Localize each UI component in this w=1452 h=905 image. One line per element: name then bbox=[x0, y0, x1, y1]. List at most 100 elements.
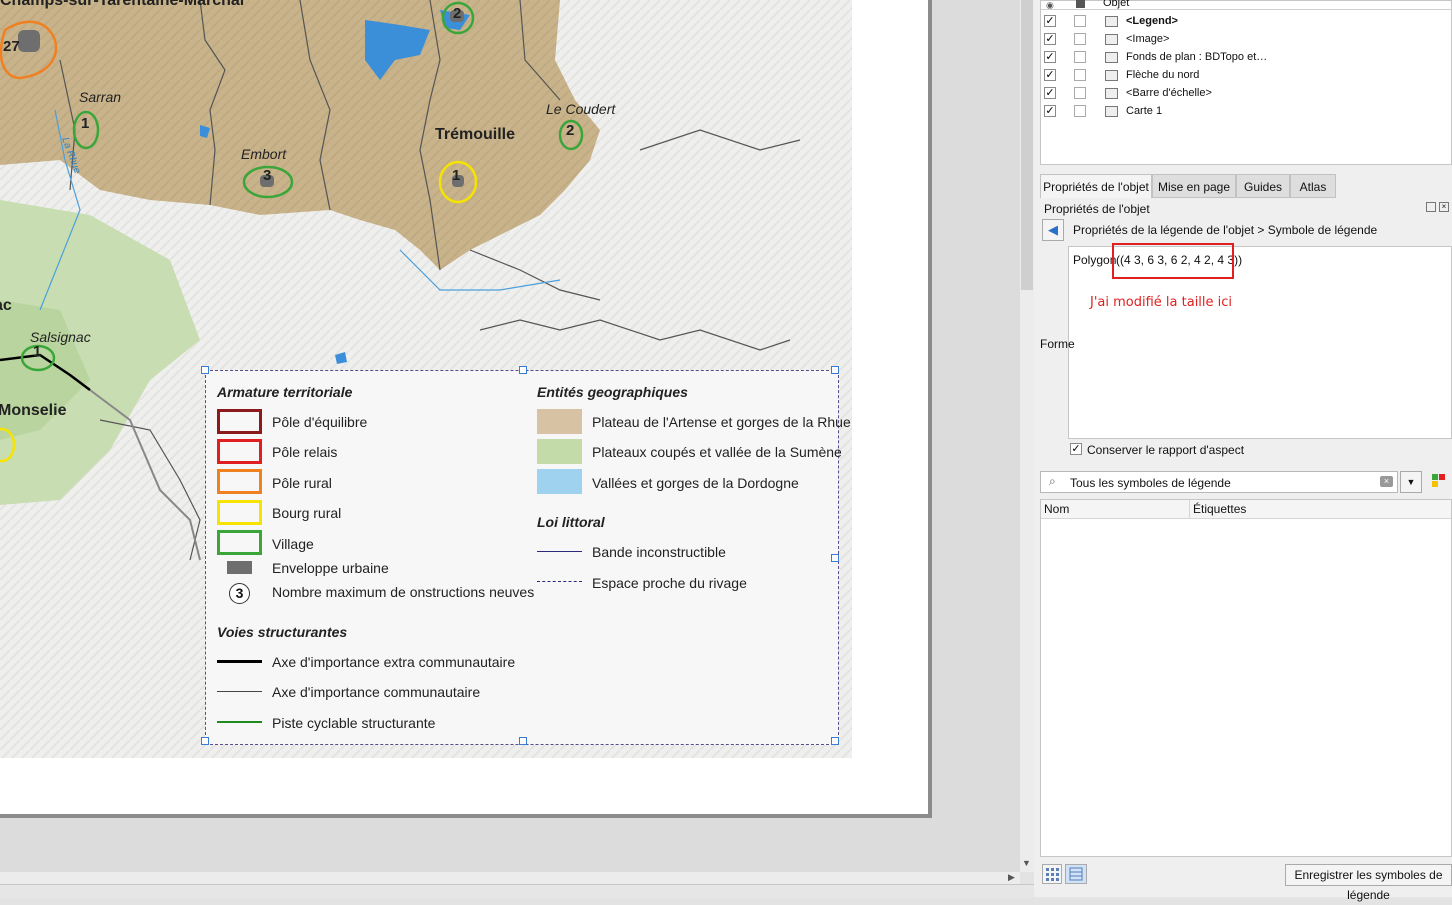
items-row-legend[interactable]: ✓ <Legend> bbox=[1040, 13, 1452, 31]
eye-icon: ◉ bbox=[1046, 0, 1054, 10]
float-panel-icon[interactable] bbox=[1426, 202, 1436, 212]
map-label-tremouille: Trémouille bbox=[435, 126, 516, 143]
legend-swatch-pole-relais bbox=[217, 439, 262, 464]
lock-checkbox[interactable] bbox=[1074, 33, 1086, 45]
visibility-checkbox[interactable]: ✓ bbox=[1044, 105, 1056, 117]
resize-handle-br[interactable] bbox=[831, 737, 839, 745]
legend-label-piste: Piste cyclable structurante bbox=[272, 715, 436, 731]
map-number-3-embort: 3 bbox=[263, 167, 272, 184]
scroll-down-arrow-icon[interactable]: ▼ bbox=[1022, 858, 1031, 868]
tab-mise-en-page[interactable]: Mise en page bbox=[1152, 174, 1236, 198]
items-row-carte-1[interactable]: ✓ Carte 1 bbox=[1040, 103, 1452, 121]
layout-page[interactable]: Champs-sur-Tarentaine-Marchal Sarran La … bbox=[0, 0, 932, 818]
visibility-checkbox[interactable]: ✓ bbox=[1044, 69, 1056, 81]
items-row-barre-echelle[interactable]: ✓ <Barre d'échelle> bbox=[1040, 85, 1452, 103]
map-label-embort: Embort bbox=[241, 146, 287, 162]
item-type-icon bbox=[1105, 34, 1118, 45]
lock-checkbox[interactable] bbox=[1074, 51, 1086, 63]
resize-handle-bl[interactable] bbox=[201, 737, 209, 745]
lock-checkbox[interactable] bbox=[1074, 105, 1086, 117]
map-number-1-sarran: 1 bbox=[81, 115, 90, 132]
map-label-sarran: Sarran bbox=[79, 89, 122, 105]
items-row-label: Fonds de plan : BDTopo et… bbox=[1126, 51, 1268, 63]
resize-handle-tr[interactable] bbox=[831, 366, 839, 374]
symbol-list[interactable] bbox=[1040, 499, 1452, 857]
items-row-label: <Barre d'échelle> bbox=[1126, 87, 1212, 99]
legend-swatch-enveloppe bbox=[227, 561, 252, 574]
close-panel-icon[interactable]: × bbox=[1439, 202, 1449, 212]
lock-checkbox[interactable] bbox=[1074, 87, 1086, 99]
items-row-fleche-du-nord[interactable]: ✓ Flèche du nord bbox=[1040, 67, 1452, 85]
icon-view-button[interactable] bbox=[1042, 864, 1062, 884]
legend-heading-armature: Armature territoriale bbox=[217, 384, 353, 400]
legend-swatch-piste bbox=[217, 721, 262, 723]
map-label-cut-left: ac bbox=[0, 297, 12, 314]
items-row-label: Flèche du nord bbox=[1126, 69, 1200, 81]
legend-label-sumene: Plateaux coupés et vallée de la Sumène bbox=[592, 444, 842, 460]
resize-handle-tc[interactable] bbox=[519, 366, 527, 374]
visibility-checkbox[interactable]: ✓ bbox=[1044, 51, 1056, 63]
item-type-icon bbox=[1105, 52, 1118, 63]
resize-handle-mr[interactable] bbox=[831, 554, 839, 562]
clear-search-icon[interactable]: × bbox=[1380, 476, 1393, 487]
tab-proprietes-objet[interactable]: Propriétés de l'objet bbox=[1040, 174, 1152, 198]
style-manager-icon[interactable] bbox=[1432, 474, 1446, 490]
keep-ratio-checkbox[interactable]: ✓ bbox=[1070, 443, 1082, 455]
legend-heading-littoral: Loi littoral bbox=[537, 514, 605, 530]
legend-swatch-bande bbox=[537, 551, 582, 552]
forme-label: Forme bbox=[1040, 337, 1075, 351]
filter-dropdown-button[interactable]: ▼ bbox=[1400, 471, 1422, 493]
save-symbols-button[interactable]: Enregistrer les symboles de légende bbox=[1285, 864, 1452, 902]
legend-label-espace: Espace proche du rivage bbox=[592, 575, 747, 591]
legend-label-artense: Plateau de l'Artense et gorges de la Rhu… bbox=[592, 414, 851, 430]
scroll-right-arrow-icon[interactable]: ▶ bbox=[1008, 872, 1015, 883]
legend-swatch-village bbox=[217, 530, 262, 555]
legend-label-pole-rural: Pôle rural bbox=[272, 475, 332, 491]
tab-guides[interactable]: Guides bbox=[1236, 174, 1290, 198]
item-type-icon bbox=[1105, 88, 1118, 99]
legend-label-village: Village bbox=[272, 536, 314, 552]
props-title: Propriétés de l'objet bbox=[1044, 202, 1150, 216]
visibility-checkbox[interactable]: ✓ bbox=[1044, 33, 1056, 45]
legend-swatch-espace bbox=[537, 581, 582, 582]
lock-icon bbox=[1076, 0, 1085, 8]
lock-checkbox[interactable] bbox=[1074, 69, 1086, 81]
legend-label-bande: Bande inconstructible bbox=[592, 544, 726, 560]
legend-label-enveloppe: Enveloppe urbaine bbox=[272, 560, 389, 576]
keep-ratio-label: Conserver le rapport d'aspect bbox=[1087, 443, 1245, 457]
list-view-button[interactable] bbox=[1065, 864, 1087, 884]
legend-swatch-pole-equilibre bbox=[217, 409, 262, 434]
map-number-2-top: 2 bbox=[453, 5, 462, 22]
column-etiquettes[interactable]: Étiquettes bbox=[1193, 502, 1246, 516]
items-row-label: Carte 1 bbox=[1126, 105, 1163, 117]
vertical-scrollbar-thumb[interactable] bbox=[1021, 0, 1033, 290]
resize-handle-tl[interactable] bbox=[201, 366, 209, 374]
legend-label-pole-relais: Pôle relais bbox=[272, 444, 338, 460]
back-arrow-button[interactable]: ◀ bbox=[1042, 219, 1064, 241]
search-placeholder: Tous les symboles de légende bbox=[1070, 476, 1231, 490]
visibility-checkbox[interactable]: ✓ bbox=[1044, 15, 1056, 27]
legend-swatch-axe-extra bbox=[217, 660, 262, 663]
items-row-label: <Legend> bbox=[1126, 15, 1178, 27]
legend-swatch-dordogne bbox=[537, 469, 582, 494]
map-number-2-coudert: 2 bbox=[566, 122, 575, 139]
legend-label-bourg-rural: Bourg rural bbox=[272, 505, 342, 521]
legend-label-pole-equilibre: Pôle d'équilibre bbox=[272, 414, 368, 430]
legend-swatch-sumene bbox=[537, 439, 582, 464]
tab-atlas[interactable]: Atlas bbox=[1290, 174, 1336, 198]
legend-swatch-axe-comm bbox=[217, 691, 262, 692]
items-row-fonds-de-plan[interactable]: ✓ Fonds de plan : BDTopo et… bbox=[1040, 49, 1452, 67]
column-nom[interactable]: Nom bbox=[1044, 502, 1069, 516]
resize-handle-bc[interactable] bbox=[519, 737, 527, 745]
legend-swatch-artense bbox=[537, 409, 582, 434]
item-type-icon bbox=[1105, 16, 1118, 27]
map-label-le-coudert: Le Coudert bbox=[546, 101, 616, 117]
items-row-image[interactable]: ✓ <Image> bbox=[1040, 31, 1452, 49]
grid-icon bbox=[1046, 868, 1059, 881]
visibility-checkbox[interactable]: ✓ bbox=[1044, 87, 1056, 99]
legend-item[interactable]: Armature territoriale Pôle d'équilibre P… bbox=[201, 366, 851, 745]
lock-checkbox[interactable] bbox=[1074, 15, 1086, 27]
map-number-27: 27 bbox=[3, 38, 20, 55]
horizontal-scrollbar[interactable] bbox=[0, 872, 1020, 884]
item-type-icon bbox=[1105, 70, 1118, 81]
